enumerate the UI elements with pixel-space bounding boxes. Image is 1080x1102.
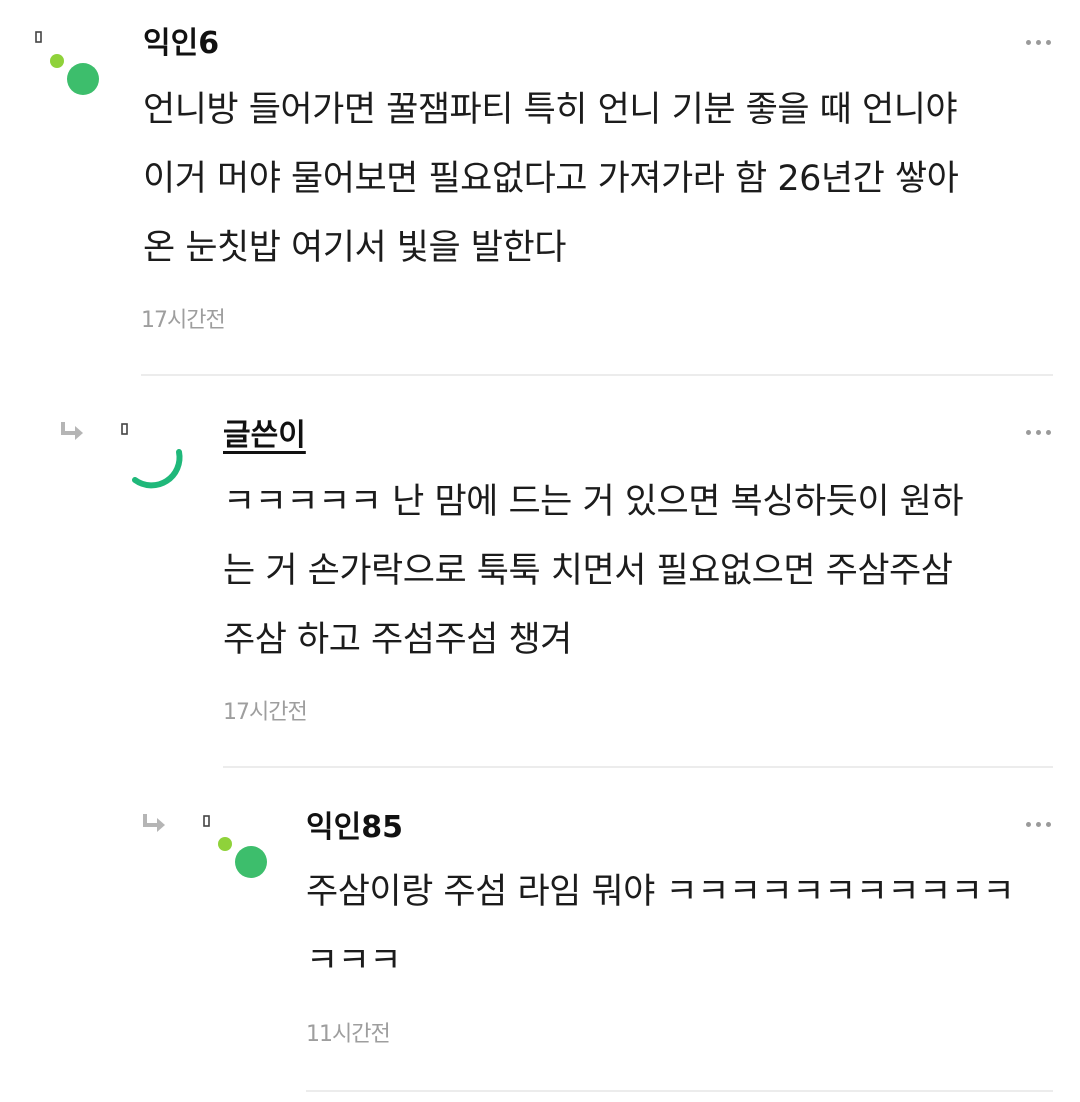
- more-options-icon[interactable]: [1026, 820, 1052, 828]
- author-badge-icon: [121, 423, 183, 489]
- comment-timestamp: 17시간전: [223, 700, 308, 725]
- comment-author[interactable]: 익인6: [143, 24, 219, 64]
- avatar[interactable]: [118, 418, 190, 490]
- avatar[interactable]: [32, 28, 104, 100]
- reply-item: 글쓴이 ㅋㅋㅋㅋㅋ 난 맘에 드는 거 있으면 복싱하듯이 원하 는 거 손가락…: [0, 376, 1080, 768]
- reply-arrow-icon: [61, 422, 83, 440]
- avatar-icon: [35, 31, 99, 95]
- comment-text: 언니방 들어가면 꿀잼파티 특히 언니 기분 좋을 때 언니야 이거 머야 물어…: [143, 90, 959, 268]
- more-options-icon[interactable]: [1026, 428, 1052, 436]
- comment-text: 주삼이랑 주섬 라임 뭐야 ㅋㅋㅋㅋㅋㅋㅋㅋㅋㅋㅋ ㅋㅋㅋ: [306, 872, 1015, 981]
- comment-text: ㅋㅋㅋㅋㅋ 난 맘에 드는 거 있으면 복싱하듯이 원하 는 거 손가락으로 툭…: [223, 482, 964, 660]
- comment-timestamp: 11시간전: [306, 1022, 391, 1047]
- comment-author[interactable]: 익인85: [306, 808, 403, 848]
- more-options-icon[interactable]: [1026, 38, 1052, 46]
- avatar-icon: [203, 815, 267, 878]
- divider: [306, 1090, 1053, 1092]
- avatar[interactable]: [200, 810, 272, 882]
- comment-author-op[interactable]: 글쓴이: [223, 416, 306, 456]
- comment-item: 익인6 언니방 들어가면 꿀잼파티 특히 언니 기분 좋을 때 언니야 이거 머…: [0, 0, 1080, 376]
- comment-timestamp: 17시간전: [141, 308, 226, 333]
- reply-item: 익인85 주삼이랑 주섬 라임 뭐야 ㅋㅋㅋㅋㅋㅋㅋㅋㅋㅋㅋ ㅋㅋㅋ 11시간전: [0, 768, 1080, 1102]
- reply-arrow-icon: [143, 814, 165, 832]
